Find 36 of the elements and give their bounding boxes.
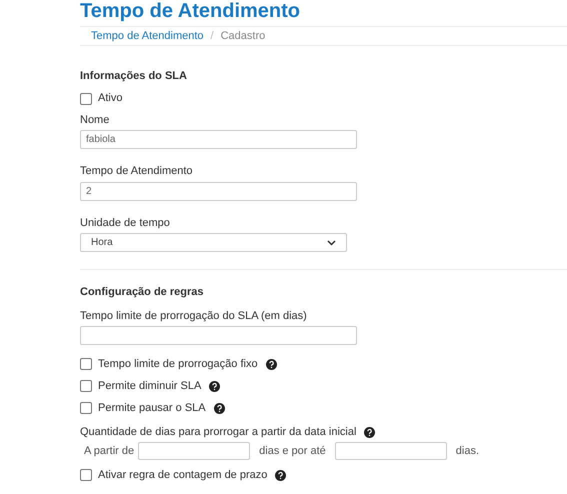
checkbox[interactable] xyxy=(80,380,92,392)
checkbox[interactable] xyxy=(80,469,92,481)
select-field[interactable]: Hora xyxy=(80,233,347,252)
checkbox[interactable] xyxy=(80,402,92,414)
field-label: dias. xyxy=(456,444,480,459)
field-label: A partir de xyxy=(84,444,134,459)
field-label: dias e por até xyxy=(259,444,326,459)
field-label: Unidade de tempo xyxy=(80,216,171,230)
checkbox-label: Tempo limite de prorrogação fixo xyxy=(98,356,258,372)
section-heading: Configuração de regras xyxy=(80,285,204,300)
input-field[interactable] xyxy=(80,326,357,345)
chevron-down-icon xyxy=(327,240,336,246)
input-field[interactable]: fabiola xyxy=(80,130,357,149)
field-label: Quantidade de dias para prorrogar a partir da data inicial xyxy=(80,424,356,440)
checkbox-label: Permite pausar o SLA xyxy=(98,400,206,416)
checkbox-label: Permite diminuir SLA xyxy=(98,378,202,394)
field-label: Nome xyxy=(80,112,110,128)
help-icon[interactable] xyxy=(214,402,225,414)
breadcrumb-separator: / xyxy=(210,28,214,44)
input-field[interactable] xyxy=(334,442,447,460)
field-label: Tempo de Atendimento xyxy=(80,164,194,179)
checkbox-label: Ativo xyxy=(98,91,122,106)
checkbox[interactable] xyxy=(80,358,92,370)
help-icon[interactable] xyxy=(364,426,376,438)
checkbox[interactable] xyxy=(80,92,92,104)
breadcrumb-current: Cadastro xyxy=(220,28,266,44)
input-field[interactable]: 2 xyxy=(80,182,357,200)
help-icon[interactable] xyxy=(275,470,286,480)
checkbox-label: Ativar regra de contagem de prazo xyxy=(98,468,268,483)
field-label: Tempo limite de prorrogação do SLA (em dias) xyxy=(80,308,308,324)
help-icon[interactable] xyxy=(209,380,220,392)
help-icon[interactable] xyxy=(266,358,277,370)
breadcrumb-link[interactable]: Tempo de Atendimento xyxy=(91,28,204,44)
input-field[interactable] xyxy=(138,442,250,460)
page-title: Tempo de Atendimento xyxy=(80,0,301,22)
section-heading: Informações do SLA xyxy=(80,69,188,84)
